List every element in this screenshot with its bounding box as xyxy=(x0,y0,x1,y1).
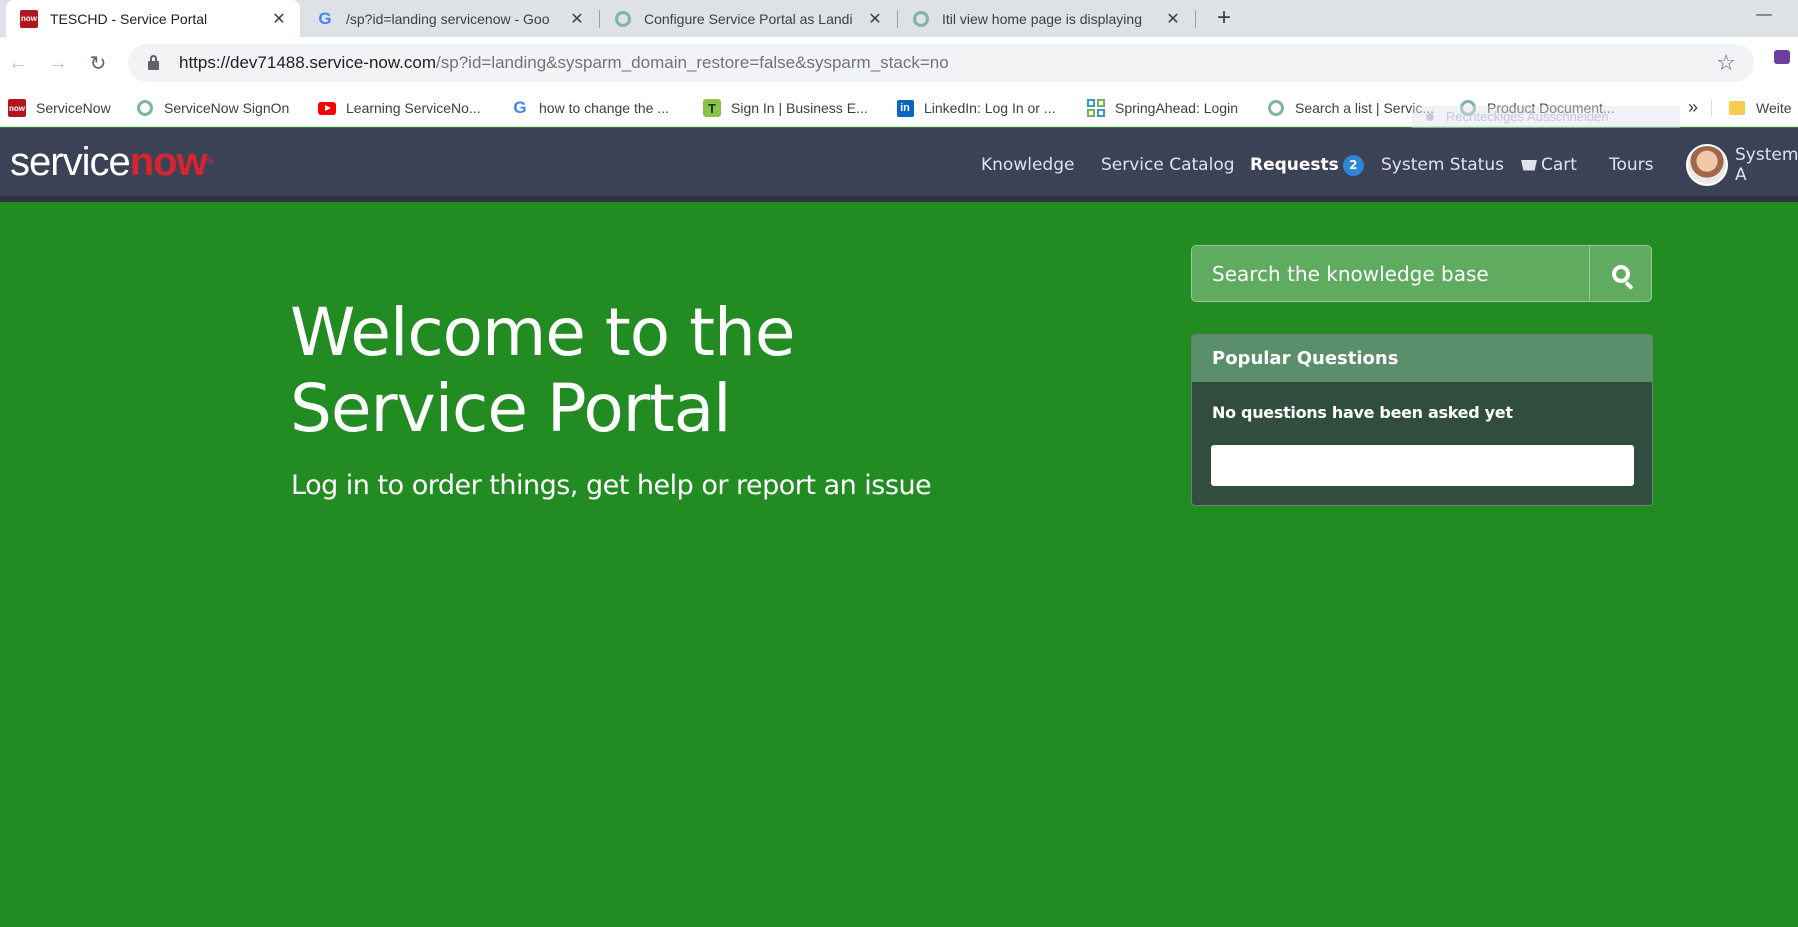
tab-configure-service-portal[interactable]: Configure Service Portal as Landi ✕ xyxy=(600,0,896,37)
folder-icon xyxy=(1728,99,1746,117)
page-subtitle: Log in to order things, get help or repo… xyxy=(291,470,932,501)
bookmark-label: ServiceNow SignOn xyxy=(164,100,290,116)
nav-tours[interactable]: Tours xyxy=(1609,128,1654,202)
nav-requests[interactable]: Requests 2 xyxy=(1250,128,1364,202)
bookmark-springahead[interactable]: SpringAhead: Login xyxy=(1087,89,1238,127)
servicenow-community-icon xyxy=(614,10,632,28)
nav-service-catalog[interactable]: Service Catalog xyxy=(1101,128,1235,202)
close-icon[interactable]: ✕ xyxy=(270,9,288,29)
bookmark-how-to-change[interactable]: G how to change the ... xyxy=(511,89,669,127)
nav-cart-label: Cart xyxy=(1541,155,1577,175)
t-logo-icon: T xyxy=(703,99,721,117)
address-bar[interactable]: https://dev71488.service-now.com/sp?id=l… xyxy=(128,44,1754,82)
bookmark-label: SpringAhead: Login xyxy=(1115,100,1238,116)
bookmarks-overflow-icon[interactable]: » xyxy=(1688,97,1698,118)
browser-tabstrip: now TESCHD - Service Portal ✕ G /sp?id=l… xyxy=(0,0,1798,37)
browser-toolbar: ← → ↻ https://dev71488.service-now.com/s… xyxy=(0,37,1798,89)
url-path: /sp?id=landing&sysparm_domain_restore=fa… xyxy=(436,53,949,72)
search-button[interactable] xyxy=(1589,246,1651,301)
url-host: https://dev71488.service-now.com xyxy=(179,53,437,72)
bookmarks-divider xyxy=(1711,99,1712,117)
bookmark-label: Learning ServiceNo... xyxy=(346,100,481,116)
bookmark-label: how to change the ... xyxy=(539,100,669,116)
servicenow-community-icon xyxy=(1267,99,1285,117)
user-avatar[interactable] xyxy=(1686,144,1728,186)
servicenow-community-icon xyxy=(912,10,930,28)
nav-system-status[interactable]: System Status xyxy=(1381,128,1504,202)
tab-title: /sp?id=landing servicenow - Goo xyxy=(346,10,550,27)
knowledge-search xyxy=(1191,245,1652,302)
snip-tooltip-overlay: Rechteckiges Ausschneiden xyxy=(1412,106,1680,128)
google-icon: G xyxy=(513,98,527,117)
servicenow-favicon-icon: now xyxy=(20,9,38,28)
nav-cart[interactable]: Cart xyxy=(1521,128,1577,202)
bookmark-learning-servicenow[interactable]: Learning ServiceNo... xyxy=(318,89,481,127)
back-icon[interactable]: ← xyxy=(4,49,32,77)
knowledge-search-input[interactable] xyxy=(1192,246,1589,301)
tab-itil-view[interactable]: Itil view home page is displaying ✕ xyxy=(898,0,1194,37)
page-title: Welcome to the Service Portal xyxy=(290,294,795,447)
close-icon[interactable]: ✕ xyxy=(1164,9,1182,29)
nav-user-menu[interactable]: System A xyxy=(1735,128,1798,202)
logo-text-now: now xyxy=(129,140,208,184)
minimize-icon[interactable]: — xyxy=(1756,6,1772,24)
popular-questions-empty-text: No questions have been asked yet xyxy=(1212,403,1513,422)
servicenow-community-icon xyxy=(136,99,154,117)
reload-icon[interactable]: ↻ xyxy=(84,49,112,77)
tab-title: Itil view home page is displaying xyxy=(942,10,1142,27)
close-icon[interactable]: ✕ xyxy=(568,9,586,29)
servicenow-favicon-icon: now xyxy=(8,99,26,117)
page-title-line2: Service Portal xyxy=(290,370,732,447)
ask-question-input[interactable] xyxy=(1211,445,1634,486)
portal-header: servicenow® Knowledge Service Catalog Re… xyxy=(0,128,1798,202)
close-icon[interactable]: ✕ xyxy=(866,9,884,29)
servicenow-logo[interactable]: servicenow® xyxy=(10,140,214,184)
bookmark-label: Weite xyxy=(1756,100,1792,116)
requests-count-badge: 2 xyxy=(1342,154,1364,176)
bookmark-sign-in-business[interactable]: T Sign In | Business E... xyxy=(703,89,868,127)
youtube-icon xyxy=(318,99,336,117)
linkedin-icon: in xyxy=(896,99,914,117)
logo-registered-mark: ® xyxy=(206,156,214,167)
logo-text-service: service xyxy=(10,140,131,184)
popular-questions-panel: Popular Questions No questions have been… xyxy=(1191,334,1653,506)
new-tab-icon[interactable]: + xyxy=(1210,4,1238,32)
tab-google-search[interactable]: G /sp?id=landing servicenow - Goo ✕ xyxy=(302,0,598,37)
search-icon xyxy=(1611,264,1630,283)
cart-icon xyxy=(1521,159,1537,171)
bookmark-label: Sign In | Business E... xyxy=(731,100,868,116)
nav-requests-label: Requests xyxy=(1250,155,1339,175)
bookmark-servicenow[interactable]: now ServiceNow xyxy=(8,89,111,127)
bookmark-label: ServiceNow xyxy=(36,100,111,116)
popular-questions-heading: Popular Questions xyxy=(1192,335,1652,382)
bookmark-label: LinkedIn: Log In or ... xyxy=(924,100,1056,116)
extension-icon[interactable] xyxy=(1774,50,1790,64)
tab-separator xyxy=(1195,10,1196,28)
forward-icon[interactable]: → xyxy=(44,49,72,77)
grid-icon xyxy=(1087,99,1105,117)
bookmark-other-folder[interactable]: Weite xyxy=(1728,89,1792,127)
tab-title: TESCHD - Service Portal xyxy=(50,10,208,27)
tab-title: Configure Service Portal as Landi xyxy=(644,10,853,27)
nav-knowledge[interactable]: Knowledge xyxy=(981,128,1074,202)
lock-icon xyxy=(148,54,159,70)
google-icon: G xyxy=(318,8,332,28)
bookmark-star-icon[interactable]: ☆ xyxy=(1716,50,1736,76)
tab-service-portal[interactable]: now TESCHD - Service Portal ✕ xyxy=(6,0,300,37)
bookmark-servicenow-signon[interactable]: ServiceNow SignOn xyxy=(136,89,289,127)
bookmark-search-a-list[interactable]: Search a list | Servic... xyxy=(1267,89,1434,127)
page-title-line1: Welcome to the xyxy=(290,294,795,371)
bookmark-linkedin[interactable]: in LinkedIn: Log In or ... xyxy=(896,89,1056,127)
